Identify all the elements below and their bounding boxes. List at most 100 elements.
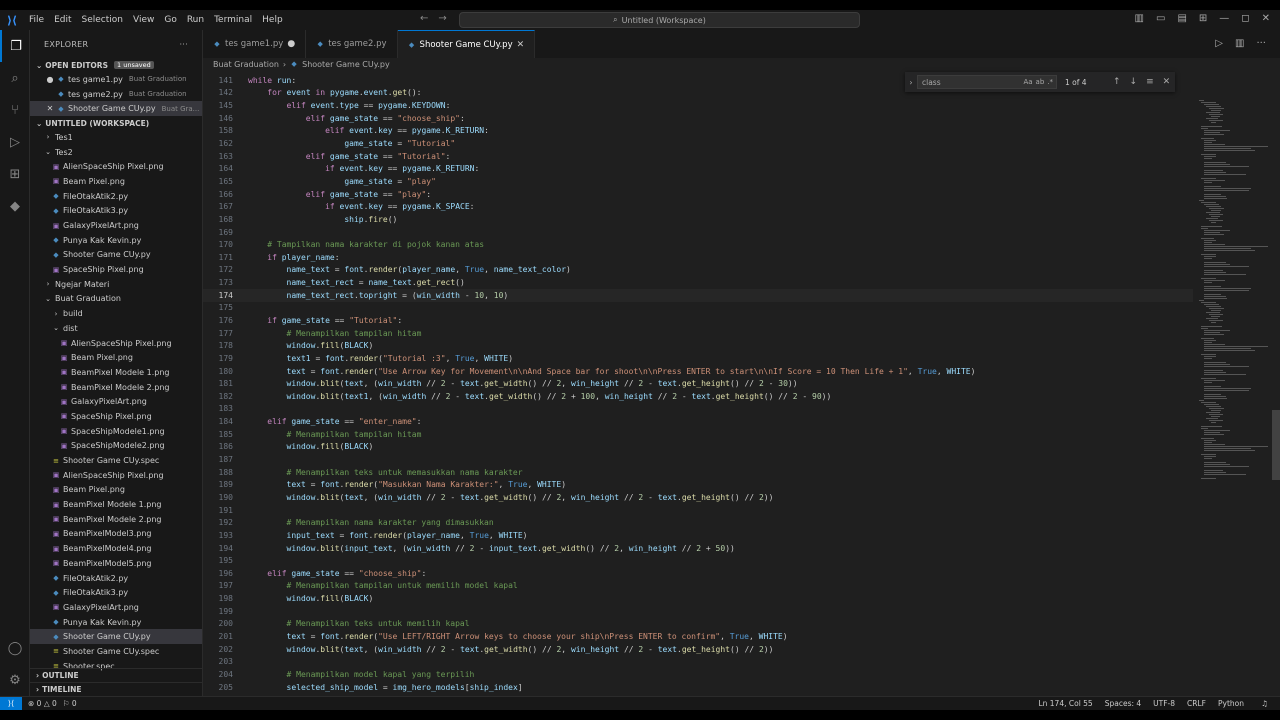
search-view-icon[interactable]: ⌕: [0, 62, 30, 94]
menu-item-view[interactable]: View: [128, 15, 159, 25]
close-editor-icon[interactable]: ✕: [46, 104, 54, 113]
code-line[interactable]: 183: [203, 403, 1193, 416]
code-line[interactable]: 158 elif event.key == pygame.K_RETURN:: [203, 125, 1193, 138]
code-line[interactable]: 199: [203, 605, 1193, 618]
open-editor-item[interactable]: ◆ tes game2.py Buat Graduation: [30, 87, 202, 102]
tree-file[interactable]: ▣ AlienSpaceShip Pixel.png: [30, 159, 202, 174]
code-line[interactable]: 170 # Tampilkan nama karakter di pojok k…: [203, 238, 1193, 251]
code-line[interactable]: 181 window.blit(text, (win_width // 2 - …: [203, 377, 1193, 390]
code-line[interactable]: 186 window.fill(BLACK): [203, 441, 1193, 454]
code-line[interactable]: 163 elif game_state == "Tutorial":: [203, 150, 1193, 163]
menu-item-selection[interactable]: Selection: [77, 15, 128, 25]
code-line[interactable]: 180 text = font.render("Use Arrow Key fo…: [203, 365, 1193, 378]
code-line[interactable]: 171 if player_name:: [203, 251, 1193, 264]
line-endings[interactable]: CRLF: [1187, 699, 1206, 708]
code-line[interactable]: 166 elif game_state == "play":: [203, 188, 1193, 201]
unsaved-dot-icon[interactable]: ●: [287, 39, 295, 49]
code-line[interactable]: 195: [203, 554, 1193, 567]
code-line[interactable]: 146 elif game_state == "choose_ship":: [203, 112, 1193, 125]
code-line[interactable]: 190 window.blit(text, (win_width // 2 - …: [203, 491, 1193, 504]
open-editors-section[interactable]: ⌄ OPEN EDITORS 1 unsaved: [30, 58, 202, 72]
settings-gear-icon[interactable]: ⚙: [0, 664, 30, 696]
tree-file[interactable]: ▣ AlienSpaceShip Pixel.png: [30, 336, 202, 351]
code-line[interactable]: 169: [203, 226, 1193, 239]
back-arrow-icon[interactable]: ←: [420, 13, 428, 24]
tree-file[interactable]: ▣ SpaceShip Pixel.png: [30, 409, 202, 424]
editor-scrollbar-thumb[interactable]: [1272, 410, 1280, 480]
tree-file[interactable]: ◆ FileOtakAtik2.py: [30, 571, 202, 586]
code-line[interactable]: 188 # Menampilkan teks untuk memasukkan …: [203, 466, 1193, 479]
tree-file[interactable]: ▣ SpaceShip Pixel.png: [30, 262, 202, 277]
code-line[interactable]: 204 # Menampilkan model kapal yang terpi…: [203, 668, 1193, 681]
code-line[interactable]: 189 text = font.render("Masukkan Nama Ka…: [203, 479, 1193, 492]
tab-tes-game1-py[interactable]: ◆ tes game1.py ●: [203, 30, 307, 58]
code-line[interactable]: 202 window.blit(text, (win_width // 2 - …: [203, 643, 1193, 656]
tree-file[interactable]: ▣ GalaxyPixelArt.png: [30, 600, 202, 615]
explorer-icon[interactable]: ❐: [0, 30, 30, 62]
source-control-icon[interactable]: ⑂: [0, 94, 30, 126]
tree-file[interactable]: ▣ Beam Pixel.png: [30, 483, 202, 498]
code-line[interactable]: 168 ship.fire(): [203, 213, 1193, 226]
tree-folder[interactable]: ⌄ Tes2: [30, 145, 202, 160]
code-line[interactable]: 201 text = font.render("Use LEFT/RIGHT A…: [203, 630, 1193, 643]
find-input[interactable]: class Aa ab .*: [917, 75, 1057, 89]
tree-file[interactable]: ◆ Shooter Game CUy.py: [30, 629, 202, 645]
run-python-icon[interactable]: ▷: [1215, 38, 1223, 49]
menu-item-run[interactable]: Run: [182, 15, 209, 25]
code-line[interactable]: 193 input_text = font.render(player_name…: [203, 529, 1193, 542]
code-line[interactable]: 175: [203, 302, 1193, 315]
close-find-icon[interactable]: ✕: [1163, 77, 1171, 87]
tree-file[interactable]: ◆ Punya Kak Kevin.py: [30, 615, 202, 630]
tree-file[interactable]: ▣ BeamPixelModel4.png: [30, 541, 202, 556]
tree-file[interactable]: ▣ BeamPixelModel3.png: [30, 527, 202, 542]
more-actions-icon[interactable]: ···: [179, 40, 188, 49]
menu-item-edit[interactable]: Edit: [49, 15, 76, 25]
menu-item-help[interactable]: Help: [257, 15, 288, 25]
extensions-icon[interactable]: ⊞: [0, 158, 30, 190]
tab-shooter-game-cuy-py[interactable]: ◆ Shooter Game CUy.py ✕: [397, 30, 536, 58]
tree-file[interactable]: ◆ Shooter Game CUy.py: [30, 248, 202, 263]
code-line[interactable]: 203: [203, 655, 1193, 668]
code-editor[interactable]: 141 while run: 142 for event in pygame.eve…: [203, 74, 1193, 696]
code-line[interactable]: 179 text1 = font.render("Tutorial :3", T…: [203, 352, 1193, 365]
tree-folder[interactable]: › Tes1: [30, 130, 202, 145]
tree-folder[interactable]: ⌄ dist: [30, 321, 202, 336]
code-line[interactable]: 191: [203, 504, 1193, 517]
tree-file[interactable]: ▣ SpaceShipModele2.png: [30, 439, 202, 454]
tree-file[interactable]: ▣ BeamPixelModel5.png: [30, 556, 202, 571]
language-mode[interactable]: Python: [1218, 699, 1244, 708]
code-line[interactable]: 165 game_state = "play": [203, 175, 1193, 188]
code-line[interactable]: 185 # Menampilkan tampilan hitam: [203, 428, 1193, 441]
code-line[interactable]: 205 selected_ship_model = img_hero_model…: [203, 681, 1193, 694]
encoding[interactable]: UTF-8: [1153, 699, 1175, 708]
errors-status[interactable]: ⊗ 0 △ 0: [28, 699, 57, 708]
code-line[interactable]: 187: [203, 453, 1193, 466]
match-case-toggle[interactable]: Aa: [1023, 78, 1032, 86]
regex-toggle[interactable]: .*: [1047, 78, 1053, 86]
forward-arrow-icon[interactable]: →: [438, 13, 446, 24]
whole-word-toggle[interactable]: ab: [1036, 78, 1045, 86]
menu-item-go[interactable]: Go: [159, 15, 181, 25]
toggle-secondary-sidebar-icon[interactable]: ▤: [1177, 13, 1186, 24]
previous-match-icon[interactable]: ↑: [1113, 77, 1121, 87]
indentation[interactable]: Spaces: 4: [1105, 699, 1141, 708]
code-line[interactable]: 174 name_text_rect.topright = (win_width…: [203, 288, 1193, 302]
tree-file[interactable]: ▣ GalaxyPixelArt.png: [30, 394, 202, 409]
customize-layout-icon[interactable]: ⊞: [1199, 13, 1207, 24]
code-line[interactable]: 176 if game_state == "Tutorial":: [203, 314, 1193, 327]
code-line[interactable]: 197 # Menampilkan tampilan untuk memilih…: [203, 580, 1193, 593]
tree-file[interactable]: ≡ Shooter Game CUy.spec: [30, 644, 202, 659]
unsaved-dot-icon[interactable]: ●: [46, 75, 54, 84]
code-line[interactable]: 173 name_text_rect = name_text.get_rect(…: [203, 276, 1193, 289]
tree-file[interactable]: ▣ Beam Pixel.png: [30, 174, 202, 189]
tree-file[interactable]: ▣ BeamPixel Modele 1.png: [30, 365, 202, 380]
workspace-section[interactable]: ⌄ UNTITLED (WORKSPACE): [30, 116, 202, 130]
tab-tes-game2-py[interactable]: ◆ tes game2.py: [306, 30, 398, 58]
next-match-icon[interactable]: ↓: [1130, 77, 1138, 87]
tree-file[interactable]: ▣ SpaceShipModele1.png: [30, 424, 202, 439]
tree-file[interactable]: ◆ FileOtakAtik2.py: [30, 189, 202, 204]
outline-section[interactable]: › OUTLINE: [30, 668, 202, 682]
minimize-icon[interactable]: —: [1219, 13, 1229, 24]
command-center-search[interactable]: ⌕ Untitled (Workspace): [459, 12, 860, 28]
find-in-selection-icon[interactable]: ≡: [1146, 77, 1154, 87]
